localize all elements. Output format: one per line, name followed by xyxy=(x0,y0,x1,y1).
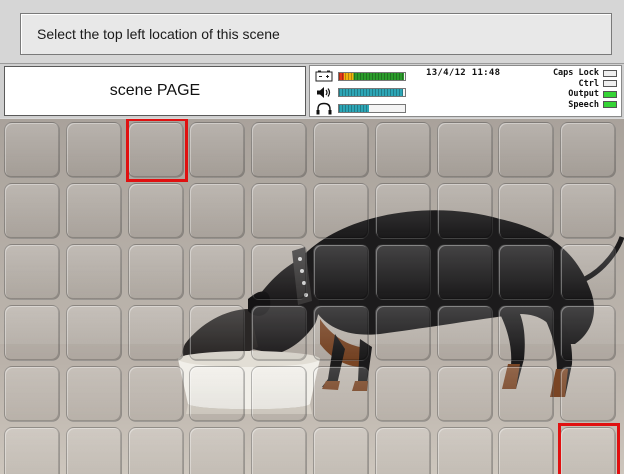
grid-cell-r6-c7[interactable] xyxy=(374,427,431,474)
key-status-list: Caps Lock Ctrl Output Speech xyxy=(527,68,617,110)
status-panel: 13/4/12 11:48 Caps Lock Ctrl Output Spee… xyxy=(309,65,622,117)
grid-cell-r5-c7[interactable] xyxy=(374,366,431,422)
grid-cell-r3-c5[interactable] xyxy=(251,244,308,300)
grid-cell-r2-c10[interactable] xyxy=(560,183,617,239)
grid-cell-r6-c4[interactable] xyxy=(189,427,246,474)
volume-level-bar xyxy=(338,87,406,97)
caps-lock-label: Caps Lock xyxy=(552,68,599,79)
date-time: 13/4/12 11:48 xyxy=(426,68,501,78)
grid-cell-r3-c10[interactable] xyxy=(560,244,617,300)
status-strip: scene PAGE 13/4/12 11:48 Caps Lock Ctrl … xyxy=(0,63,624,118)
grid-cell-r6-c8[interactable] xyxy=(436,427,493,474)
grid-cell-r2-c2[interactable] xyxy=(65,183,122,239)
grid-cell-r3-c3[interactable] xyxy=(127,244,184,300)
grid-cell-r6-c10[interactable] xyxy=(560,427,617,474)
grid-cell-r4-c1[interactable] xyxy=(4,305,60,361)
instruction-bar: Select the top left location of this sce… xyxy=(0,0,624,63)
grid-cell-r4-c3[interactable] xyxy=(127,305,184,361)
instruction-prompt: Select the top left location of this sce… xyxy=(20,13,612,55)
grid-cell-r2-c3[interactable] xyxy=(127,183,184,239)
grid-cell-r2-c6[interactable] xyxy=(313,183,369,239)
battery-level-fill xyxy=(339,72,404,80)
ctrl-label: Ctrl xyxy=(578,78,599,89)
grid-cell-r1-c3[interactable] xyxy=(127,122,184,178)
grid-cell-r6-c5[interactable] xyxy=(251,427,308,474)
output-label: Output xyxy=(568,89,599,100)
headphones-level-fill xyxy=(339,104,369,112)
grid-cell-r6-c9[interactable] xyxy=(498,427,555,474)
grid-cell-r1-c9[interactable] xyxy=(498,122,555,178)
battery-icon xyxy=(314,70,334,83)
grid-cell-r4-c10[interactable] xyxy=(560,305,617,361)
grid-cell-r4-c4[interactable] xyxy=(189,305,246,361)
selection-grid xyxy=(4,119,622,474)
grid-cell-r5-c1[interactable] xyxy=(4,366,60,422)
grid-cell-r3-c7[interactable] xyxy=(374,244,431,300)
caps-lock-indicator xyxy=(603,69,617,77)
grid-cell-r1-c4[interactable] xyxy=(189,122,246,178)
grid-cell-r3-c2[interactable] xyxy=(65,244,122,300)
grid-cell-r3-c9[interactable] xyxy=(498,244,555,300)
headphones-level-bar xyxy=(338,103,406,113)
volume-meter xyxy=(314,85,406,99)
grid-cell-r4-c9[interactable] xyxy=(498,305,555,361)
grid-cell-r1-c8[interactable] xyxy=(436,122,493,178)
grid-cell-r3-c6[interactable] xyxy=(313,244,369,300)
grid-cell-r5-c5[interactable] xyxy=(251,366,308,422)
grid-cell-r2-c1[interactable] xyxy=(4,183,60,239)
headphones-icon xyxy=(314,102,334,115)
grid-cell-r3-c1[interactable] xyxy=(4,244,60,300)
grid-cell-r1-c5[interactable] xyxy=(251,122,308,178)
grid-cell-r6-c3[interactable] xyxy=(127,427,184,474)
ctrl-indicator xyxy=(603,80,617,88)
grid-cell-r2-c9[interactable] xyxy=(498,183,555,239)
grid-cell-r2-c4[interactable] xyxy=(189,183,246,239)
grid-cell-r5-c9[interactable] xyxy=(498,366,555,422)
grid-cell-r1-c7[interactable] xyxy=(374,122,431,178)
grid-cell-r6-c1[interactable] xyxy=(4,427,60,474)
grid-cell-r1-c10[interactable] xyxy=(560,122,617,178)
volume-level-fill xyxy=(339,88,404,96)
grid-cell-r5-c3[interactable] xyxy=(127,366,184,422)
caps-lock-status: Caps Lock xyxy=(527,68,617,79)
grid-cell-r4-c2[interactable] xyxy=(65,305,122,361)
page-title: scene PAGE xyxy=(4,66,306,116)
grid-cell-r4-c5[interactable] xyxy=(251,305,308,361)
grid-cell-r3-c4[interactable] xyxy=(189,244,246,300)
headphones-meter xyxy=(314,101,406,115)
grid-cell-r1-c2[interactable] xyxy=(65,122,122,178)
grid-cell-r4-c8[interactable] xyxy=(436,305,493,361)
output-indicator xyxy=(603,90,617,98)
grid-cell-r5-c2[interactable] xyxy=(65,366,122,422)
grid-cell-r2-c8[interactable] xyxy=(436,183,493,239)
grid-cell-r2-c7[interactable] xyxy=(374,183,431,239)
grid-cell-r4-c6[interactable] xyxy=(313,305,369,361)
speaker-icon xyxy=(314,86,334,99)
speech-label: Speech xyxy=(568,99,599,110)
scene-image-area xyxy=(0,119,624,474)
battery-meter xyxy=(314,69,406,83)
grid-cell-r2-c5[interactable] xyxy=(251,183,308,239)
grid-cell-r1-c6[interactable] xyxy=(313,122,369,178)
grid-cell-r5-c4[interactable] xyxy=(189,366,246,422)
grid-cell-r5-c8[interactable] xyxy=(436,366,493,422)
grid-cell-r3-c8[interactable] xyxy=(436,244,493,300)
grid-cell-r6-c2[interactable] xyxy=(65,427,122,474)
speech-status: Speech xyxy=(527,100,617,111)
grid-cell-r1-c1[interactable] xyxy=(4,122,60,178)
battery-level-bar xyxy=(338,71,406,81)
speech-indicator xyxy=(603,101,617,109)
grid-cell-r4-c7[interactable] xyxy=(374,305,431,361)
grid-cell-r5-c10[interactable] xyxy=(560,366,617,422)
ctrl-status: Ctrl xyxy=(527,79,617,90)
grid-cell-r5-c6[interactable] xyxy=(313,366,369,422)
grid-cell-r6-c6[interactable] xyxy=(313,427,369,474)
output-status: Output xyxy=(527,89,617,100)
